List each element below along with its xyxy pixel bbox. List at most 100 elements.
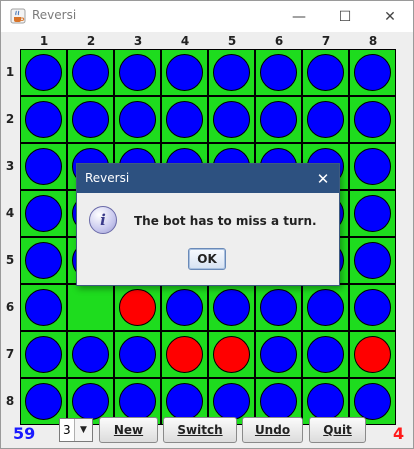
blue-disc [166,383,203,420]
board-cell[interactable] [115,332,160,377]
blue-disc [354,54,391,91]
board-cell[interactable] [350,191,395,236]
board-cell[interactable] [21,332,66,377]
board-cell[interactable] [162,50,207,95]
blue-disc [307,383,344,420]
row-label: 7 [5,347,15,361]
new-button[interactable]: New [99,417,158,443]
board-cell[interactable] [303,50,348,95]
column-label: 6 [274,34,284,48]
blue-disc [72,101,109,138]
board-cell[interactable] [209,332,254,377]
blue-disc [166,289,203,326]
board-cell[interactable] [350,332,395,377]
close-icon: ✕ [316,169,330,188]
blue-disc [119,101,156,138]
board-cell[interactable] [350,238,395,283]
board-cell[interactable] [256,285,301,330]
maximize-button[interactable]: ☐ [322,1,368,32]
blue-disc [354,383,391,420]
board-cell[interactable] [68,285,113,330]
board-cell[interactable] [115,97,160,142]
dialog-title: Reversi [85,171,130,185]
minimize-icon: — [292,8,306,25]
board-cell[interactable] [209,50,254,95]
red-disc [213,336,250,373]
blue-disc [25,336,62,373]
blue-disc [213,289,250,326]
blue-disc [260,101,297,138]
quit-button[interactable]: Quit [309,417,366,443]
blue-disc [166,101,203,138]
blue-disc [25,148,62,185]
column-label: 5 [227,34,237,48]
minimize-button[interactable]: — [276,1,322,32]
blue-disc [307,101,344,138]
board-cell[interactable] [350,144,395,189]
blue-disc [119,383,156,420]
board-cell[interactable] [162,332,207,377]
board-cell[interactable] [209,97,254,142]
blue-disc [307,289,344,326]
maximize-icon: ☐ [338,8,352,25]
board-cell[interactable] [21,191,66,236]
blue-disc [307,54,344,91]
level-select[interactable]: 3 ▼ [59,418,93,442]
dialog-close-button[interactable]: ✕ [307,164,339,193]
board-cell[interactable] [21,144,66,189]
board-cell[interactable] [68,50,113,95]
board-cell[interactable] [115,285,160,330]
column-label: 2 [86,34,96,48]
row-label: 8 [5,394,15,408]
level-select-value: 3 [63,423,71,437]
red-disc [119,289,156,326]
board-cell[interactable] [209,285,254,330]
board-cell[interactable] [162,285,207,330]
board-cell[interactable] [256,50,301,95]
board-cell[interactable] [115,50,160,95]
board-cell[interactable] [68,332,113,377]
column-label: 1 [39,34,49,48]
blue-disc [213,383,250,420]
blue-disc [25,383,62,420]
blue-disc [166,54,203,91]
board-cell[interactable] [21,50,66,95]
blue-disc [119,336,156,373]
blue-disc [260,289,297,326]
switch-button[interactable]: Switch [163,417,237,443]
board-cell[interactable] [68,97,113,142]
board-cell[interactable] [256,97,301,142]
message-dialog: Reversi ✕ i The bot has to miss a turn. … [76,163,340,286]
blue-disc [25,195,62,232]
board-cell[interactable] [21,285,66,330]
blue-disc [72,383,109,420]
close-button[interactable]: ✕ [367,1,413,32]
board-cell[interactable] [350,50,395,95]
board-cell[interactable] [21,97,66,142]
blue-disc [354,148,391,185]
blue-disc [307,336,344,373]
blue-disc [213,101,250,138]
dialog-title-bar[interactable]: Reversi ✕ [77,164,339,193]
board-cell[interactable] [350,97,395,142]
board-cell[interactable] [303,97,348,142]
red-disc [354,336,391,373]
blue-disc [72,336,109,373]
board-cell[interactable] [303,332,348,377]
board-cell[interactable] [256,332,301,377]
information-icon: i [89,206,117,234]
ok-button[interactable]: OK [188,248,226,270]
java-cup-icon [10,8,26,24]
blue-disc [260,336,297,373]
board-cell[interactable] [162,97,207,142]
board-cell[interactable] [350,285,395,330]
blue-disc [119,54,156,91]
title-bar[interactable]: Reversi — ☐ ✕ [1,1,413,32]
row-label: 5 [5,253,15,267]
red-disc [166,336,203,373]
dropdown-arrow-icon[interactable]: ▼ [74,419,92,441]
board-cell[interactable] [303,285,348,330]
board-cell[interactable] [21,238,66,283]
column-label: 4 [180,34,190,48]
undo-button[interactable]: Undo [242,417,303,443]
